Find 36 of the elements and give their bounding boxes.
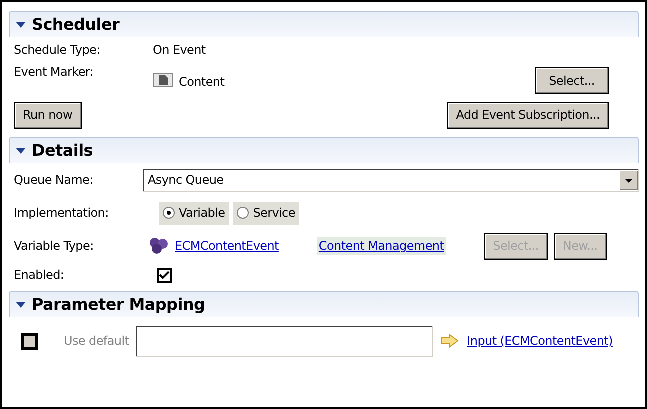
document-icon — [153, 73, 173, 87]
section-header[interactable]: Scheduler — [9, 11, 639, 37]
default-checkbox[interactable] — [21, 332, 38, 350]
default-value-field[interactable] — [136, 326, 434, 356]
field-label: Queue Name: — [14, 172, 94, 189]
radio-option[interactable]: Variable — [159, 202, 230, 224]
section-title: Parameter Mapping — [32, 294, 206, 316]
schedule-type-value: On Event — [153, 42, 206, 59]
section-header[interactable]: Parameter Mapping — [9, 291, 639, 317]
variable-icon — [149, 237, 169, 255]
section-title: Scheduler — [32, 14, 120, 36]
caret-down-icon — [16, 22, 26, 28]
section-header[interactable]: Details — [9, 137, 639, 163]
field-label: Schedule Type: — [14, 42, 102, 59]
caret-down-icon — [16, 302, 26, 308]
caret-down-icon — [16, 148, 26, 154]
input-link[interactable]: Input (ECMContentEvent) — [467, 332, 613, 350]
field-label: Implementation: — [14, 205, 110, 222]
event-marker-value: Content — [179, 74, 225, 91]
radio-button[interactable] — [237, 207, 250, 219]
run-now-button[interactable]: Run now — [14, 102, 82, 128]
field-label: Enabled: — [14, 267, 66, 284]
queue-dropdown[interactable]: Async Queue — [143, 168, 639, 192]
use-default-label: Use default — [64, 333, 130, 350]
arrow-right-icon — [441, 334, 460, 348]
dropdown-arrow-icon — [620, 170, 638, 190]
enabled-checkbox[interactable] — [157, 268, 172, 282]
radio-option[interactable]: Service — [233, 202, 300, 224]
section-title: Details — [32, 140, 93, 162]
type-link[interactable]: ECMContentEvent — [175, 237, 279, 255]
radio-button[interactable] — [163, 207, 175, 219]
add-subscription-button[interactable]: Add Event Subscription... — [447, 102, 609, 128]
module-link[interactable]: Content Management — [316, 237, 446, 255]
field-label: Variable Type: — [14, 238, 95, 255]
field-label: Event Marker: — [14, 64, 95, 81]
select-button[interactable]: Select... — [535, 67, 609, 94]
